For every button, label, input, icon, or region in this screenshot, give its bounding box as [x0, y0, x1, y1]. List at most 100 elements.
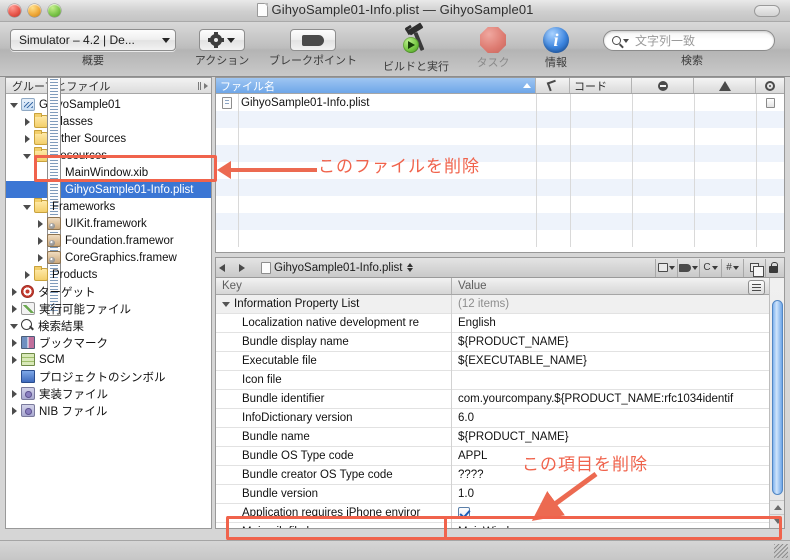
- plist-column-value[interactable]: Value: [452, 278, 769, 294]
- plist-value-cell[interactable]: APPL: [452, 447, 769, 466]
- tree-item[interactable]: MainWindow.xib: [6, 164, 211, 181]
- tree-item[interactable]: Other Sources: [6, 130, 211, 147]
- breakpoint-button[interactable]: [290, 29, 336, 51]
- disclosure-triangle-icon[interactable]: [23, 117, 32, 126]
- file-list-row[interactable]: [216, 145, 784, 162]
- tree-item[interactable]: ブックマーク: [6, 334, 211, 351]
- info-control[interactable]: i 情報: [528, 25, 584, 70]
- editor-document-popup[interactable]: GihyoSample01-Info.plist: [261, 261, 414, 274]
- disclosure-triangle-icon[interactable]: [23, 270, 32, 279]
- tree-item[interactable]: ターゲット: [6, 283, 211, 300]
- build-run-control[interactable]: ビルドと実行: [372, 22, 460, 74]
- resize-grip[interactable]: [774, 544, 788, 558]
- plist-row[interactable]: Bundle version 1.0: [216, 484, 769, 504]
- plist-key-cell[interactable]: Information Property List: [216, 294, 452, 314]
- disclosure-triangle-icon[interactable]: [10, 321, 19, 330]
- disclosure-triangle-icon[interactable]: [10, 406, 19, 415]
- plist-key-cell[interactable]: Bundle display name: [216, 332, 452, 352]
- scroll-up-button[interactable]: [770, 500, 784, 514]
- class-c-icon[interactable]: C: [699, 258, 721, 277]
- tree-item[interactable]: Frameworks: [6, 198, 211, 215]
- lock-icon[interactable]: [765, 258, 781, 277]
- plist-value-cell[interactable]: English: [452, 314, 769, 333]
- plist-row[interactable]: Executable file ${EXECUTABLE_NAME}: [216, 351, 769, 371]
- plist-key-cell[interactable]: Main nib file base name: [216, 522, 452, 528]
- plist-row[interactable]: Localization native development re Englis…: [216, 313, 769, 333]
- scrollbar-thumb[interactable]: [772, 300, 783, 495]
- plist-row[interactable]: InfoDictionary version 6.0: [216, 408, 769, 428]
- disclosure-triangle-icon[interactable]: [23, 134, 32, 143]
- plist-key-cell[interactable]: Bundle identifier: [216, 389, 452, 409]
- plist-row[interactable]: Bundle identifier com.yourcompany.${PRODU…: [216, 389, 769, 409]
- disclosure-triangle-icon[interactable]: [10, 355, 19, 364]
- tree-item[interactable]: GihyoSample01-Info.plist: [6, 78, 211, 316]
- plist-scrollbar[interactable]: [769, 278, 784, 528]
- disclosure-triangle-icon[interactable]: [10, 287, 19, 296]
- plist-key-cell[interactable]: Localization native development re: [216, 313, 452, 333]
- tree-item[interactable]: 検索結果: [6, 317, 211, 334]
- disclosure-triangle-icon[interactable]: [222, 301, 230, 307]
- plist-value-cell[interactable]: 1.0: [452, 485, 769, 504]
- plist-value-cell[interactable]: com.yourcompany.${PRODUCT_NAME:rfc1034id…: [452, 390, 769, 409]
- disclosure-triangle-icon[interactable]: [10, 100, 19, 109]
- plist-value-cell[interactable]: ${PRODUCT_NAME}: [452, 333, 769, 352]
- action-button[interactable]: [199, 29, 245, 51]
- split-editor-icon[interactable]: [743, 258, 765, 277]
- file-list-row[interactable]: [216, 128, 784, 145]
- tree-item[interactable]: Foundation.framewor: [6, 232, 211, 249]
- tree-item[interactable]: Resources: [6, 147, 211, 164]
- file-list-row[interactable]: [216, 111, 784, 128]
- file-list-row[interactable]: [216, 230, 784, 247]
- plist-key-cell[interactable]: Icon file: [216, 370, 452, 390]
- plist-add-item-button[interactable]: [748, 280, 765, 295]
- toolbar-toggle-button[interactable]: [754, 5, 780, 17]
- plist-value-cell[interactable]: MainWindow: [452, 523, 769, 528]
- plist-row[interactable]: Information Property List (12 items): [216, 294, 769, 314]
- disclosure-triangle-icon[interactable]: [10, 304, 19, 313]
- tree-item[interactable]: GihyoSample01: [6, 96, 211, 113]
- disclosure-triangle-icon[interactable]: [36, 236, 45, 245]
- plist-key-cell[interactable]: InfoDictionary version: [216, 408, 452, 428]
- disclosure-triangle-icon[interactable]: [23, 151, 32, 160]
- file-list-row[interactable]: [216, 213, 784, 230]
- plist-row[interactable]: Bundle name ${PRODUCT_NAME}: [216, 427, 769, 447]
- plist-row[interactable]: Bundle display name ${PRODUCT_NAME}: [216, 332, 769, 352]
- plist-key-cell[interactable]: Bundle OS Type code: [216, 446, 452, 466]
- column-build[interactable]: [536, 78, 570, 93]
- disclosure-triangle-icon[interactable]: [10, 338, 19, 347]
- disclosure-triangle-icon[interactable]: [36, 219, 45, 228]
- arrow-left-icon[interactable]: [219, 263, 225, 272]
- checkbox-checked-icon[interactable]: [458, 507, 470, 519]
- scroll-down-button[interactable]: [770, 514, 784, 528]
- plist-key-cell[interactable]: Bundle name: [216, 427, 452, 447]
- plist-value-cell[interactable]: ${EXECUTABLE_NAME}: [452, 352, 769, 371]
- plist-key-cell[interactable]: Bundle version: [216, 484, 452, 504]
- column-target[interactable]: [756, 78, 784, 93]
- tree-item[interactable]: 実行可能ファイル: [6, 300, 211, 317]
- plist-column-key[interactable]: Key: [216, 278, 452, 294]
- scheme-popup-button[interactable]: Simulator – 4.2 | De...: [10, 29, 176, 51]
- arrow-right-icon[interactable]: [239, 263, 245, 272]
- tree-item[interactable]: UIKit.framework: [6, 215, 211, 232]
- file-list-row[interactable]: [216, 196, 784, 213]
- plist-key-cell[interactable]: Bundle creator OS Type code: [216, 465, 452, 485]
- plist-value-cell[interactable]: (12 items): [452, 295, 769, 314]
- disclosure-triangle-icon[interactable]: [10, 389, 19, 398]
- tree-item[interactable]: プロジェクトのシンボル: [6, 368, 211, 385]
- plist-value-cell[interactable]: [452, 504, 769, 523]
- file-list-row[interactable]: [216, 162, 784, 179]
- disclosure-triangle-icon[interactable]: [23, 202, 32, 211]
- sidebar-resize-handle[interactable]: [198, 81, 208, 90]
- tree-item[interactable]: 実装ファイル: [6, 385, 211, 402]
- plist-row[interactable]: Bundle creator OS Type code????: [216, 465, 769, 485]
- plist-key-cell[interactable]: Executable file: [216, 351, 452, 371]
- column-warnings[interactable]: [694, 78, 756, 93]
- column-errors[interactable]: [632, 78, 694, 93]
- file-list-row[interactable]: [216, 179, 784, 196]
- bookmark-tag-icon[interactable]: [677, 258, 699, 277]
- tree-item[interactable]: SCM: [6, 351, 211, 368]
- plist-row[interactable]: Main nib file base name MainWindow: [216, 522, 769, 528]
- plist-row[interactable]: Application requires iPhone enviror: [216, 503, 769, 523]
- tree-item[interactable]: Products: [6, 266, 211, 283]
- tree-item[interactable]: CoreGraphics.framew: [6, 249, 211, 266]
